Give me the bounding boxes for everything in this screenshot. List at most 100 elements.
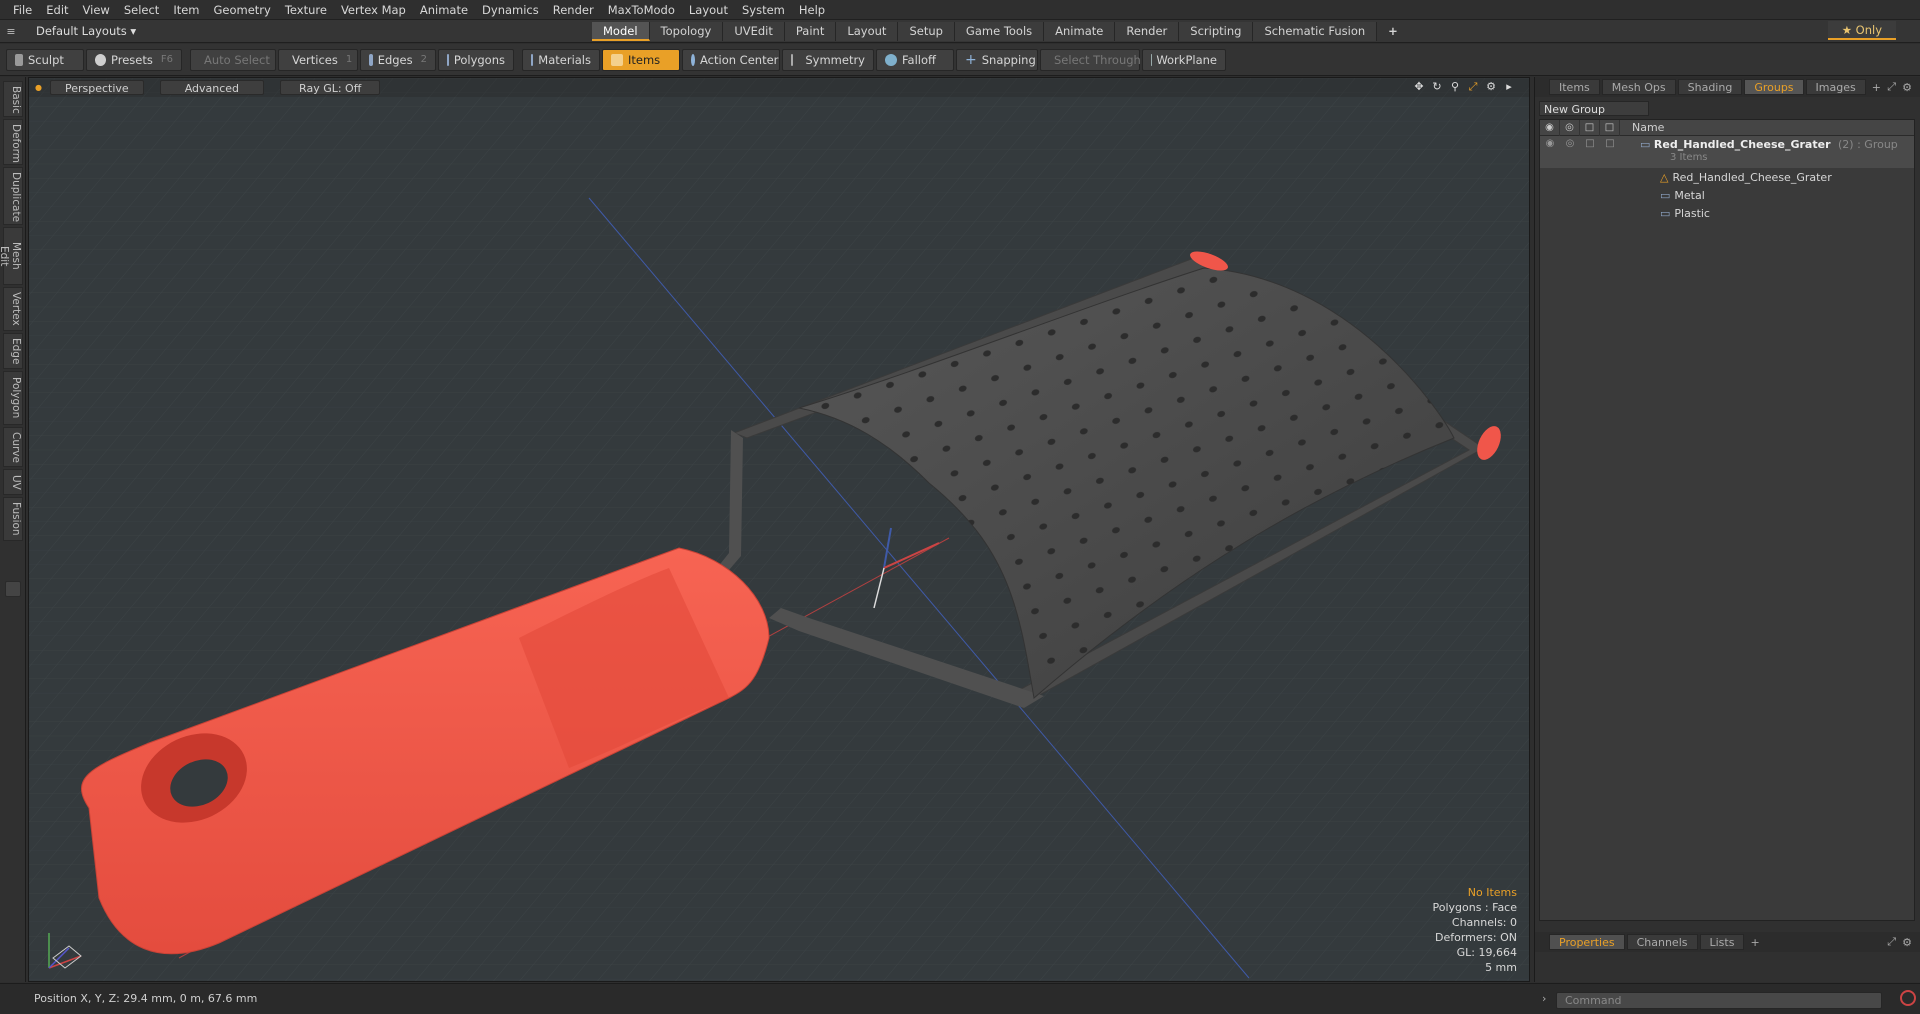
vtab-deform[interactable]: Deform (3, 119, 23, 165)
add-properties-tab-button[interactable]: + (1750, 936, 1759, 949)
tab-mesh-ops[interactable]: Mesh Ops (1601, 79, 1676, 95)
menu-maxtomodo[interactable]: MaxToModo (601, 0, 682, 20)
symmetry-button[interactable]: Symmetry (782, 48, 874, 71)
tab-render[interactable]: Render (1115, 21, 1180, 41)
menu-edit[interactable]: Edit (39, 0, 75, 20)
strip-toggle-button[interactable] (5, 581, 21, 597)
vtab-polygon[interactable]: Polygon (3, 371, 23, 425)
tab-layout[interactable]: Layout (836, 21, 899, 41)
menu-view[interactable]: View (76, 0, 117, 20)
tree-row-mesh[interactable]: △ Red_Handled_Cheese_Grater (1540, 168, 1914, 186)
vtab-curve[interactable]: Curve (3, 427, 23, 467)
menu-animate[interactable]: Animate (413, 0, 475, 20)
vertices-button[interactable]: Vertices 1 (278, 48, 358, 71)
tab-channels[interactable]: Channels (1626, 934, 1698, 950)
expand-arrow-icon[interactable]: ▸ (1503, 81, 1515, 93)
only-toggle[interactable]: ★ Only (1827, 21, 1896, 40)
record-macro-icon[interactable] (1900, 990, 1916, 1006)
tab-model[interactable]: Model (592, 21, 650, 41)
tab-images[interactable]: Images (1805, 79, 1866, 95)
falloff-button[interactable]: Falloff (876, 48, 954, 71)
polygons-button[interactable]: Polygons (438, 48, 514, 71)
auto-select-button[interactable]: Auto Select (190, 48, 276, 71)
properties-settings-gear-icon[interactable]: ⚙ (1902, 936, 1912, 949)
tab-properties[interactable]: Properties (1549, 934, 1625, 950)
polygons-label: Polygons (453, 52, 505, 67)
menu-dynamics[interactable]: Dynamics (475, 0, 546, 20)
layout-menu-icon[interactable]: ≡ (0, 25, 22, 38)
fit-icon[interactable]: ⤢ (1467, 81, 1479, 93)
render-column-icon[interactable]: ◎ (1560, 119, 1580, 136)
lock-toggle-icon[interactable]: □ (1580, 138, 1600, 149)
tree-row-metal[interactable]: ▭ Metal (1540, 186, 1914, 204)
3d-viewport[interactable]: ● Perspective Advanced Ray GL: Off ✥ ↻ ⚲… (28, 77, 1530, 982)
tab-setup[interactable]: Setup (898, 21, 955, 41)
tab-items[interactable]: Items (1549, 79, 1600, 95)
tree-row-group[interactable]: ◉ ◎ □ □ ▭ Red_Handled_Cheese_Grater (2) … (1540, 136, 1914, 168)
vtab-uv[interactable]: UV (3, 469, 23, 495)
tab-game-tools[interactable]: Game Tools (954, 21, 1045, 41)
layout-selector[interactable]: Default Layouts ▾ (22, 24, 592, 38)
vtab-mesh-edit[interactable]: Mesh Edit (0, 227, 23, 285)
advanced-button[interactable]: Advanced (159, 80, 265, 95)
vtab-fusion[interactable]: Fusion (3, 497, 23, 541)
eye-icon[interactable]: ◉ (1540, 138, 1560, 149)
zoom-icon[interactable]: ⚲ (1449, 81, 1461, 93)
vtab-duplicate[interactable]: Duplicate (3, 167, 23, 225)
add-panel-tab-button[interactable]: + (1872, 81, 1881, 94)
raygl-button[interactable]: Ray GL: Off (280, 80, 381, 95)
tab-groups[interactable]: Groups (1744, 79, 1804, 95)
settings-gear-icon[interactable]: ⚙ (1485, 81, 1497, 93)
menu-item[interactable]: Item (166, 0, 206, 20)
perspective-button[interactable]: Perspective (49, 80, 144, 95)
panel-maximize-icon[interactable]: ⤢ (1887, 80, 1896, 94)
select-column-icon[interactable]: □ (1600, 119, 1620, 136)
tab-schematic-fusion[interactable]: Schematic Fusion (1253, 21, 1378, 41)
add-tab-button[interactable]: + (1377, 22, 1409, 41)
new-group-button[interactable]: New Group (1539, 101, 1649, 116)
tab-topology[interactable]: Topology (649, 21, 724, 41)
menu-system[interactable]: System (735, 0, 792, 20)
workplane-button[interactable]: WorkPlane (1142, 48, 1226, 71)
menu-texture[interactable]: Texture (278, 0, 334, 20)
command-input[interactable]: Command (1556, 992, 1882, 1009)
visibility-column-icon[interactable]: ◉ (1540, 119, 1560, 136)
items-button[interactable]: Items (602, 48, 680, 71)
rotate-icon[interactable]: ↻ (1431, 81, 1443, 93)
menu-layout[interactable]: Layout (682, 0, 735, 20)
panel-settings-gear-icon[interactable]: ⚙ (1902, 81, 1912, 94)
vtab-vertex[interactable]: Vertex (3, 287, 23, 331)
select-through-button[interactable]: Select Through (1040, 48, 1141, 71)
render-toggle-icon[interactable]: ◎ (1560, 138, 1580, 149)
pan-icon[interactable]: ✥ (1413, 81, 1425, 93)
menu-select[interactable]: Select (117, 0, 166, 20)
presets-button[interactable]: Presets F6 (86, 48, 182, 71)
properties-maximize-icon[interactable]: ⤢ (1887, 935, 1896, 949)
vtab-basic[interactable]: Basic (3, 81, 23, 117)
tab-paint[interactable]: Paint (784, 21, 837, 41)
tab-lists[interactable]: Lists (1699, 934, 1745, 950)
lock-column-icon[interactable]: □ (1580, 119, 1600, 136)
materials-button[interactable]: Materials (522, 48, 600, 71)
menu-render[interactable]: Render (546, 0, 601, 20)
tab-scripting[interactable]: Scripting (1179, 21, 1254, 41)
snapping-icon: + (965, 51, 977, 68)
tree-row-plastic[interactable]: ▭ Plastic (1540, 204, 1914, 222)
menu-geometry[interactable]: Geometry (207, 0, 278, 20)
action-center-button[interactable]: Action Center (682, 48, 780, 71)
name-column-header[interactable]: Name (1620, 121, 1664, 134)
sculpt-button[interactable]: Sculpt (6, 48, 84, 71)
tab-uvedit[interactable]: UVEdit (723, 21, 785, 41)
vtab-edge[interactable]: Edge (3, 333, 23, 369)
menu-vertex-map[interactable]: Vertex Map (334, 0, 413, 20)
select-toggle-icon[interactable]: □ (1600, 138, 1620, 149)
viewport-options-icon[interactable]: ● (35, 83, 42, 92)
menu-help[interactable]: Help (792, 0, 832, 20)
menu-file[interactable]: File (6, 0, 39, 20)
tab-animate[interactable]: Animate (1044, 21, 1116, 41)
snapping-button[interactable]: + Snapping (956, 48, 1038, 71)
viewport-scene[interactable] (29, 78, 1530, 982)
right-panel: Items Mesh Ops Shading Groups Images + ⤢… (1534, 77, 1920, 982)
edges-button[interactable]: Edges 2 (360, 48, 436, 71)
tab-shading[interactable]: Shading (1677, 79, 1743, 95)
